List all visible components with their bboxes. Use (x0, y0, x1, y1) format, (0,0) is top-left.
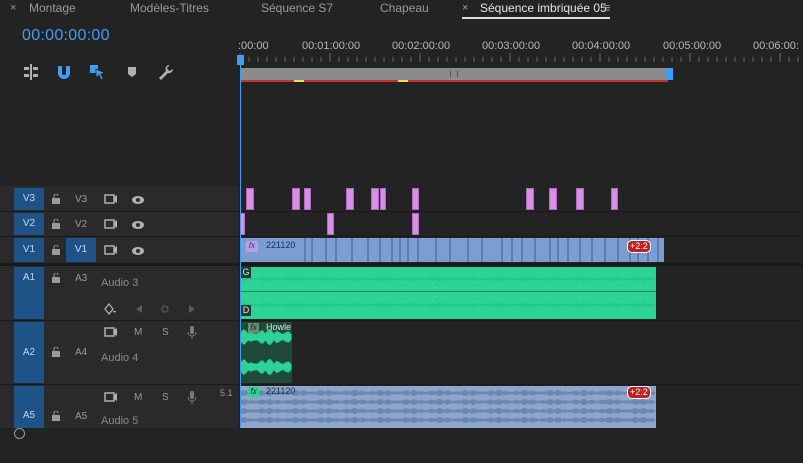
video-audio-divider (0, 263, 803, 266)
sync-lock-icon[interactable] (104, 391, 118, 403)
waveform (240, 277, 655, 307)
title-clip[interactable] (380, 188, 386, 210)
title-clip[interactable] (576, 188, 584, 210)
ruler-label: 00:02:00:00 (392, 40, 451, 52)
ruler-label: 00:04:00:00 (572, 40, 631, 52)
tab-menu-icon[interactable]: ≡ (603, 0, 611, 18)
title-clip[interactable] (371, 188, 379, 210)
render-bar (240, 80, 668, 82)
lock-icon[interactable] (51, 347, 61, 357)
lock-icon[interactable] (51, 245, 61, 255)
previous-keyframe-icon[interactable] (135, 305, 143, 313)
tab-bar: × Montage Modèles-Titres Séquence S7 Cha… (0, 0, 803, 19)
title-clip[interactable] (526, 188, 534, 210)
ruler-label: 00:06:00: (753, 40, 799, 52)
add-marker-icon[interactable] (122, 62, 142, 82)
sync-lock-icon[interactable] (104, 326, 118, 338)
eye-icon[interactable] (131, 220, 145, 230)
clip-name: 221120 (266, 240, 296, 250)
ruler-ticks (239, 53, 799, 62)
playhead-line (240, 63, 241, 428)
render-bar-segment (398, 80, 408, 82)
add-keyframe-icon[interactable] (160, 304, 170, 314)
lock-icon[interactable] (51, 219, 61, 229)
clip-name: 221120 (266, 386, 296, 396)
ruler-label: 00:05:00:00 (663, 40, 722, 52)
title-clip[interactable] (412, 213, 419, 235)
close-tab-sequence-imbriquee-icon[interactable]: × (462, 2, 468, 14)
tab-modeles-titres[interactable]: Modèles-Titres (130, 0, 209, 19)
microphone-icon[interactable] (187, 390, 197, 404)
linked-selection-icon[interactable] (88, 62, 108, 82)
fx-badge-icon[interactable]: fx (248, 387, 259, 397)
ruler-label: 00:01:00:00 (302, 40, 361, 52)
title-clip[interactable] (412, 188, 419, 210)
source-patch-v1[interactable]: V1 (14, 238, 44, 262)
title-clip[interactable] (549, 188, 557, 210)
bottom-bar (0, 428, 803, 463)
mute-button[interactable]: M (134, 327, 142, 338)
solo-button[interactable]: S (162, 327, 169, 338)
channel-label: G (241, 267, 251, 278)
work-area-end-handle[interactable] (666, 68, 673, 80)
microphone-icon[interactable] (187, 325, 197, 339)
channel-label: D (241, 305, 251, 316)
track-target-v1[interactable]: V1 (66, 238, 96, 262)
tab-sequence-s7[interactable]: Séquence S7 (261, 0, 333, 19)
track-name: Audio 5 (101, 415, 139, 427)
sync-lock-icon[interactable] (104, 218, 118, 230)
title-clip[interactable] (292, 188, 300, 210)
zoom-scroll-handle[interactable] (14, 428, 25, 439)
track-target-v2[interactable]: V2 (75, 219, 87, 230)
clip-offset-badge: +2:2 (627, 386, 651, 399)
active-tab-indicator (462, 17, 610, 19)
render-bar-segment (294, 80, 304, 82)
lock-icon[interactable] (51, 194, 61, 204)
clip-name: Howle (266, 322, 292, 332)
keyframe-toggle-icon[interactable] (103, 303, 117, 315)
wrench-icon[interactable] (156, 62, 176, 82)
source-patch-v3[interactable]: V3 (14, 188, 44, 210)
insert-edit-icon[interactable] (21, 62, 41, 82)
snap-magnet-icon[interactable] (54, 62, 74, 82)
mute-button[interactable]: M (134, 392, 142, 403)
source-patch-a5[interactable]: A5 (14, 386, 44, 428)
ruler-label: :00:00 (238, 40, 269, 52)
clip-offset-badge: +2:2 (627, 240, 651, 253)
fx-badge-icon[interactable]: fx (246, 241, 258, 252)
lock-icon[interactable] (51, 273, 61, 283)
title-clip[interactable] (346, 188, 354, 210)
title-clip[interactable] (327, 213, 334, 235)
title-clip[interactable] (246, 188, 254, 210)
track-target-a5[interactable]: A5 (75, 411, 87, 422)
channel-format: 5.1 (220, 388, 233, 398)
title-clip[interactable] (304, 188, 311, 210)
track-name: Audio 3 (101, 277, 139, 289)
track-target-a4[interactable]: A4 (75, 347, 87, 358)
work-area-grip-icon[interactable] (450, 71, 458, 77)
title-clip[interactable] (611, 188, 618, 210)
next-keyframe-icon[interactable] (188, 305, 196, 313)
source-patch-v2[interactable]: V2 (14, 213, 44, 235)
close-tab-montage-icon[interactable]: × (10, 2, 16, 14)
ruler-label: 00:03:00:00 (482, 40, 541, 52)
tab-chapeau[interactable]: Chapeau (380, 0, 429, 19)
tab-montage[interactable]: Montage (29, 0, 76, 19)
track-target-a3[interactable]: A3 (75, 273, 87, 284)
v1-cut-lines (304, 238, 659, 262)
source-patch-a2[interactable]: A2 (14, 322, 44, 383)
sync-lock-icon[interactable] (104, 244, 118, 256)
track-target-v3[interactable]: V3 (75, 194, 87, 205)
solo-button[interactable]: S (162, 392, 169, 403)
eye-icon[interactable] (131, 195, 145, 205)
eye-icon[interactable] (131, 246, 145, 256)
lock-icon[interactable] (51, 411, 61, 421)
playhead-timecode[interactable]: 00:00:00:00 (22, 27, 110, 45)
source-patch-a1[interactable]: A1 (14, 267, 44, 319)
waveform (240, 390, 655, 423)
sync-lock-icon[interactable] (104, 193, 118, 205)
track-name: Audio 4 (101, 352, 139, 364)
fx-badge-icon[interactable]: fx (248, 323, 259, 333)
